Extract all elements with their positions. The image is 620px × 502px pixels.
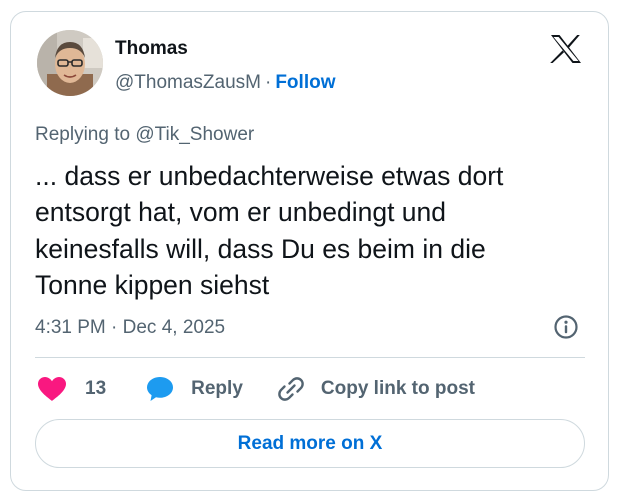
copy-link-label: Copy link to post [320,378,475,399]
post-text-line: entsorgt hat, vom er unbedingt und [35,197,447,228]
author-handle-row: @ThomasZausM · Follow [115,72,335,94]
action-bar: 13 Reply Copy link to post [37,374,475,404]
post-text-line: ... dass er unbedachterweise etwas dort [35,161,504,191]
post-text-line: Tonne kippen siehst [35,269,270,300]
author-avatar[interactable] [37,30,103,96]
link-icon [277,375,305,403]
separator-dot: · [265,72,272,93]
replying-to-context[interactable]: Replying to @Tik_Shower [35,124,254,146]
author-handle[interactable]: @ThomasZausM [115,72,261,93]
embedded-post-card: Thomas @ThomasZausM · Follow Replying to @… [10,11,609,491]
post-text-line: keinesfalls will, dass Du es beim in die [35,233,486,264]
like-button[interactable]: 13 [37,376,106,402]
speech-bubble-icon [146,376,174,402]
copy-link-button[interactable]: Copy link to post [277,375,475,403]
x-logo-icon[interactable] [550,34,582,64]
info-icon[interactable] [553,314,579,340]
divider [35,357,585,358]
reply-button[interactable]: Reply [146,376,243,402]
heart-icon [37,376,67,402]
post-timestamp[interactable]: 4:31 PM · Dec 4, 2025 [35,317,225,339]
follow-button[interactable]: Follow [275,72,335,93]
read-more-button[interactable]: Read more on X [35,419,585,468]
reply-label: Reply [191,378,243,399]
post-text: ... dass er unbedachterweise etwas dort … [35,158,595,303]
author-name[interactable]: Thomas [115,38,188,60]
like-count: 13 [85,378,107,399]
